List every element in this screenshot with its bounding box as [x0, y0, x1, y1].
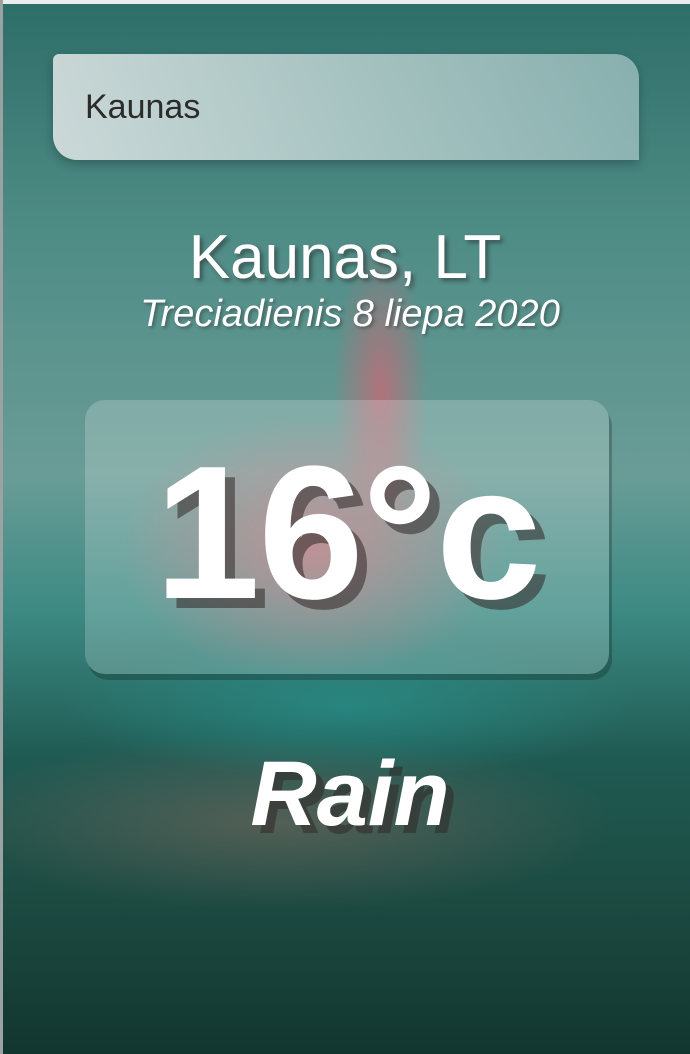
search-input[interactable] [83, 86, 639, 128]
temperature-value: 16°c [154, 427, 542, 639]
weather-condition: Rain [250, 743, 450, 845]
weather-app: Kaunas, LT Treciadienis 8 liepa 2020 16°… [0, 0, 690, 1054]
date-label: Treciadienis 8 liepa 2020 [140, 293, 560, 335]
location-title: Kaunas, LT [188, 223, 502, 292]
search-box[interactable] [53, 54, 639, 160]
temperature-box: 16°c [85, 400, 609, 674]
